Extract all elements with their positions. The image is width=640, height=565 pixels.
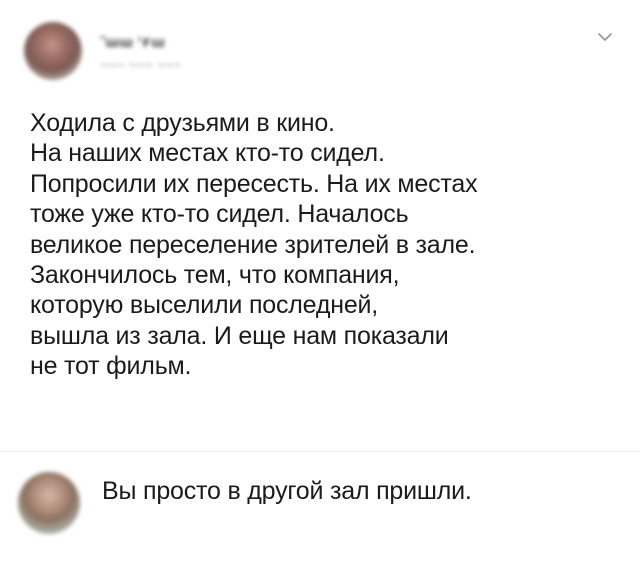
author-avatar[interactable] [24, 22, 82, 80]
tweet-text-line: которую выселили последней, [30, 291, 379, 320]
reply-text: Вы просто в другой зал пришли. [102, 477, 472, 505]
chevron-down-icon[interactable] [596, 30, 614, 44]
author-handle[interactable]: ~~~ ~~~ ~~~ [100, 57, 181, 73]
tweet-text-line: Ходила с друзьями в кино. [30, 109, 335, 137]
tweet-text-line: На наших местах кто-то сидел. [30, 139, 385, 168]
divider [0, 451, 640, 452]
tweet-text-line: тоже уже кто-то сидел. Началось [30, 200, 409, 229]
tweet-text: Ходила с друзьями в кино. На наших места… [30, 108, 620, 382]
reply-avatar[interactable] [18, 472, 80, 534]
author-name[interactable]: ˜ɯɯ ʻꜰɯ [100, 33, 165, 51]
tweet-text-line: не тот фильм. [30, 352, 192, 381]
tweet-text-line: великое переселение зрителей в зале. [30, 230, 476, 259]
tweet-text-line: Попросили их пересесть. На их местах [30, 169, 478, 198]
tweet-card: ˜ɯɯ ʻꜰɯ ~~~ ~~~ ~~~ Ходила с друзьями в … [0, 0, 640, 565]
tweet-text-line: Закончилось тем, что компания, [30, 261, 400, 290]
tweet-text-line: вышла из зала. И еще нам показали [30, 321, 449, 350]
